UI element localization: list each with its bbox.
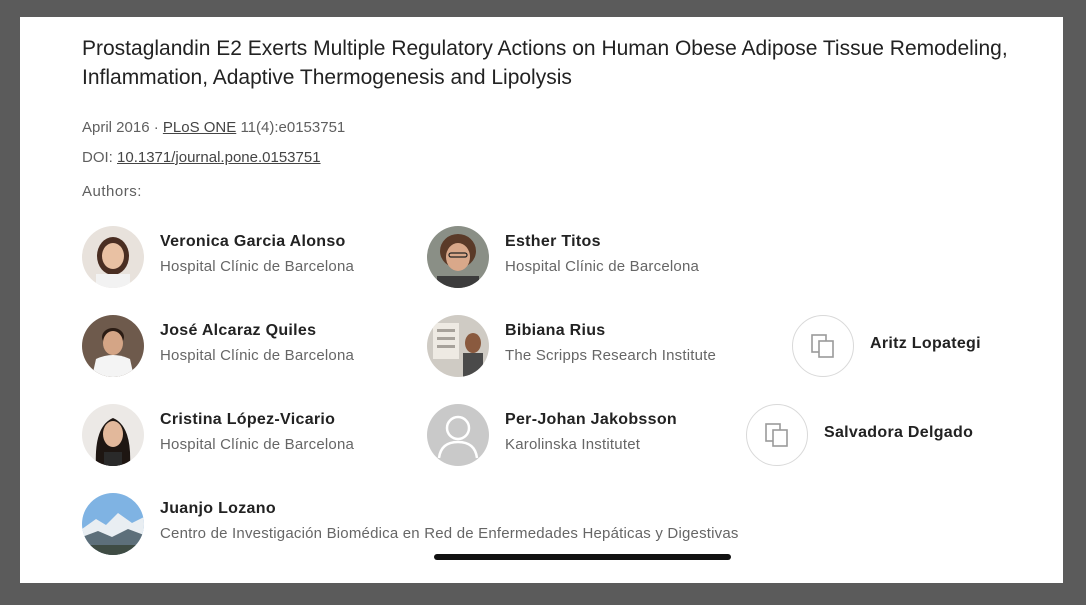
author-name: Esther Titos xyxy=(505,233,601,250)
author-avatar xyxy=(427,315,489,377)
publication-info: April 2016 · PLoS ONE 11(4):e0153751 xyxy=(82,119,345,136)
author-institution: Hospital Clínic de Barcelona xyxy=(505,258,700,275)
publication-date: April 2016 xyxy=(82,119,150,136)
author-institution: Karolinska Institutet xyxy=(505,436,641,453)
copy-icon xyxy=(792,315,854,377)
author-name: Cristina López-Vicario xyxy=(160,411,336,428)
author-avatar xyxy=(82,315,144,377)
author-name: Veronica Garcia Alonso xyxy=(160,233,346,250)
copy-icon xyxy=(746,404,808,466)
author-name: Bibiana Rius xyxy=(505,322,606,339)
person-silhouette-icon xyxy=(427,404,489,466)
author-avatar xyxy=(82,226,144,288)
author-name: Juanjo Lozano xyxy=(160,500,276,517)
authors-heading: Authors: xyxy=(82,183,142,200)
author-avatar xyxy=(427,226,489,288)
author-avatar xyxy=(82,404,144,466)
paper-title: Prostaglandin E2 Exerts Multiple Regulat… xyxy=(82,37,1008,89)
paper-card: Prostaglandin E2 Exerts Multiple Regulat… xyxy=(20,17,1063,583)
author-name: Aritz Lopategi xyxy=(870,335,981,352)
journal-link[interactable]: PLoS ONE xyxy=(163,119,236,136)
author-name: José Alcaraz Quiles xyxy=(160,322,317,339)
author-name: Per-Johan Jakobsson xyxy=(505,411,677,428)
volume-issue: 11(4):e0153751 xyxy=(240,119,346,136)
author-avatar xyxy=(82,493,144,555)
author-institution: Hospital Clínic de Barcelona xyxy=(160,347,355,364)
author-institution: Hospital Clínic de Barcelona xyxy=(160,436,355,453)
author-institution: Centro de Investigación Biomédica en Red… xyxy=(160,525,739,542)
home-indicator[interactable] xyxy=(434,554,731,560)
author-name: Salvadora Delgado xyxy=(824,424,974,441)
separator-dot: · xyxy=(153,119,159,136)
doi-row: DOI: 10.1371/journal.pone.0153751 xyxy=(82,149,321,166)
author-institution: The Scripps Research Institute xyxy=(505,347,717,364)
doi-label: DOI: xyxy=(82,149,113,166)
doi-link[interactable]: 10.1371/journal.pone.0153751 xyxy=(117,149,321,166)
author-institution: Hospital Clínic de Barcelona xyxy=(160,258,355,275)
